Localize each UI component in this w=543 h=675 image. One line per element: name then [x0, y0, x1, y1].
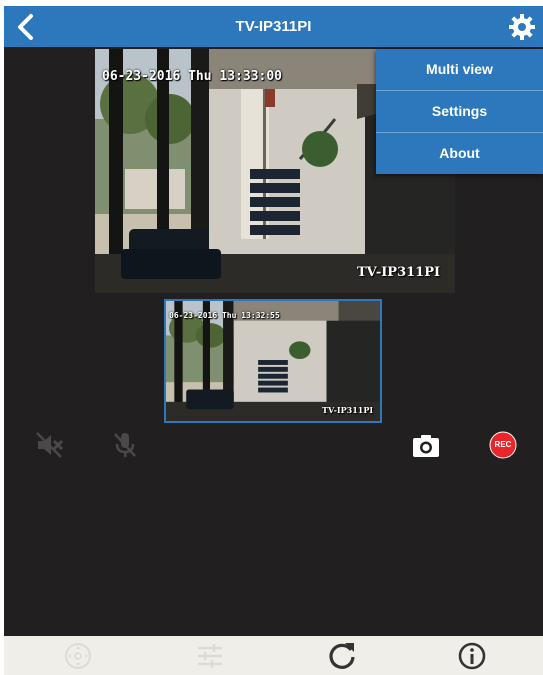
app-screen: TV-IP311PI 06-23-2016 Thu 13:33:00 TV-IP… [4, 6, 543, 675]
camera-icon [413, 435, 439, 457]
menu-item-about[interactable]: About [376, 133, 543, 174]
page-title: TV-IP311PI [235, 18, 312, 35]
refresh-button[interactable] [326, 640, 358, 672]
gear-icon [509, 14, 535, 40]
top-bar: TV-IP311PI [4, 6, 543, 47]
microphone-mute-button[interactable] [110, 430, 140, 460]
thumbnail-feed-timestamp: 06-23-2016 Thu 13:32:55 [169, 311, 280, 320]
speaker-mute-button[interactable] [35, 430, 65, 460]
image-adjust-button[interactable] [194, 640, 226, 672]
info-button[interactable] [456, 640, 488, 672]
thumbnail-camera-feed[interactable]: 06-23-2016 Thu 13:32:55 TV-IP311PI [164, 299, 382, 423]
ptz-button[interactable] [62, 640, 94, 672]
menu-item-settings[interactable]: Settings [376, 91, 543, 133]
info-icon [458, 642, 486, 670]
record-label: REC [494, 440, 512, 449]
sliders-icon [198, 644, 222, 668]
main-feed-timestamp: 06-23-2016 Thu 13:33:00 [102, 69, 283, 84]
mic-muted-icon [114, 433, 136, 457]
bottom-toolbar [4, 636, 543, 675]
record-button[interactable]: REC [488, 430, 518, 460]
refresh-icon [329, 643, 355, 669]
main-feed-camera-label: TV-IP311PI [357, 265, 441, 280]
thumbnail-feed-camera-label: TV-IP311PI [322, 405, 374, 415]
overflow-menu: Multi view Settings About [376, 49, 543, 174]
speaker-muted-icon [36, 432, 64, 458]
ptz-joystick-icon [65, 643, 91, 669]
settings-gear-button[interactable] [507, 12, 537, 42]
snapshot-button[interactable] [411, 431, 441, 461]
menu-item-multi-view[interactable]: Multi view [376, 49, 543, 91]
